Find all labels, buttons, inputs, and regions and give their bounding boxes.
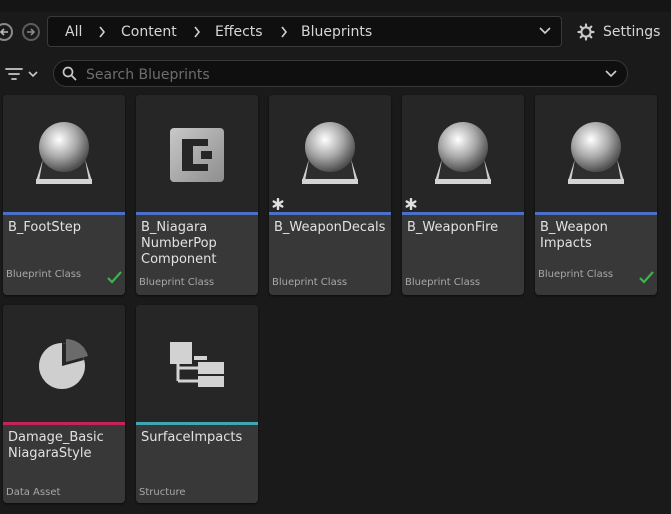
asset-tile[interactable]: Damage_Basic NiagaraStyle Data Asset [3, 305, 125, 503]
asset-name: B_WeaponFire [407, 220, 499, 235]
sphere-icon [302, 121, 358, 184]
back-button[interactable] [0, 23, 13, 41]
asset-thumbnail [269, 95, 391, 212]
gear-icon [577, 22, 595, 41]
sphere-icon [435, 121, 491, 184]
asset-thumbnail [402, 95, 524, 212]
chevron-right-icon[interactable] [280, 26, 288, 38]
filter-button[interactable] [5, 64, 45, 84]
asset-color-bar [3, 212, 125, 215]
asset-tile[interactable]: B_WeaponFire Blueprint Class [402, 95, 524, 295]
asset-tile[interactable]: SurfaceImpacts Structure [136, 305, 258, 503]
sphere-icon [568, 121, 624, 184]
asset-tile[interactable]: B_FootStep Blueprint Class [3, 95, 125, 295]
asset-color-bar [136, 422, 258, 425]
search-input[interactable] [84, 63, 588, 86]
asset-type: Blueprint Class [405, 277, 481, 288]
asset-type: Data Asset [6, 487, 61, 498]
asset-tile[interactable]: B_Weapon Impacts Blueprint Class [535, 95, 657, 295]
asset-type: Structure [139, 487, 186, 498]
arrow-right-icon [27, 28, 36, 36]
chevron-down-icon[interactable] [605, 70, 617, 78]
chevron-right-icon[interactable] [98, 26, 106, 38]
asset-thumbnail [535, 95, 657, 212]
asset-type: Blueprint Class [6, 269, 82, 280]
pie-icon [39, 338, 88, 389]
asset-name: B_Niagara NumberPop Component [141, 220, 217, 267]
asset-name: B_FootStep [8, 220, 82, 235]
asset-color-bar [136, 212, 258, 215]
search-box [53, 60, 628, 87]
breadcrumb-all[interactable]: All [65, 24, 82, 40]
chevron-down-icon [28, 70, 38, 77]
component-icon [170, 127, 224, 182]
asset-thumbnail [3, 95, 125, 212]
window-top-strip [0, 0, 671, 12]
checkmark-icon [107, 271, 122, 284]
asset-type: Blueprint Class [272, 277, 348, 288]
breadcrumb: All Content Effects Blueprints [47, 16, 562, 47]
settings-button[interactable]: Settings [577, 16, 671, 47]
asset-name: Damage_Basic NiagaraStyle [8, 430, 104, 461]
asset-name: SurfaceImpacts [141, 430, 243, 445]
asset-color-bar [535, 212, 657, 215]
asset-color-bar [3, 422, 125, 425]
settings-label: Settings [603, 23, 661, 40]
asset-type: Blueprint Class [538, 269, 614, 280]
asset-thumbnail [136, 305, 258, 422]
chevron-down-icon[interactable] [539, 27, 551, 35]
filter-icon [5, 68, 23, 80]
sphere-icon [36, 121, 92, 184]
search-icon [62, 66, 77, 81]
asset-thumbnail [3, 305, 125, 422]
modified-asterisk-icon [405, 198, 417, 210]
chevron-right-icon[interactable] [193, 26, 201, 38]
asset-color-bar [269, 212, 391, 215]
asset-thumbnail [136, 95, 258, 212]
breadcrumb-content[interactable]: Content [121, 24, 177, 40]
forward-button[interactable] [22, 23, 40, 41]
breadcrumb-blueprints[interactable]: Blueprints [301, 24, 372, 40]
asset-type: Blueprint Class [139, 277, 215, 288]
asset-tile[interactable]: B_WeaponDecals Blueprint Class [269, 95, 391, 295]
arrow-left-icon [0, 28, 8, 36]
asset-name: B_Weapon Impacts [540, 220, 608, 251]
breadcrumb-effects[interactable]: Effects [215, 24, 263, 40]
asset-tile[interactable]: B_Niagara NumberPop Component Blueprint … [136, 95, 258, 295]
modified-asterisk-icon [272, 198, 284, 210]
checkmark-icon [639, 271, 654, 284]
asset-name: B_WeaponDecals [274, 220, 386, 235]
asset-color-bar [402, 212, 524, 215]
structure-icon [170, 341, 224, 387]
